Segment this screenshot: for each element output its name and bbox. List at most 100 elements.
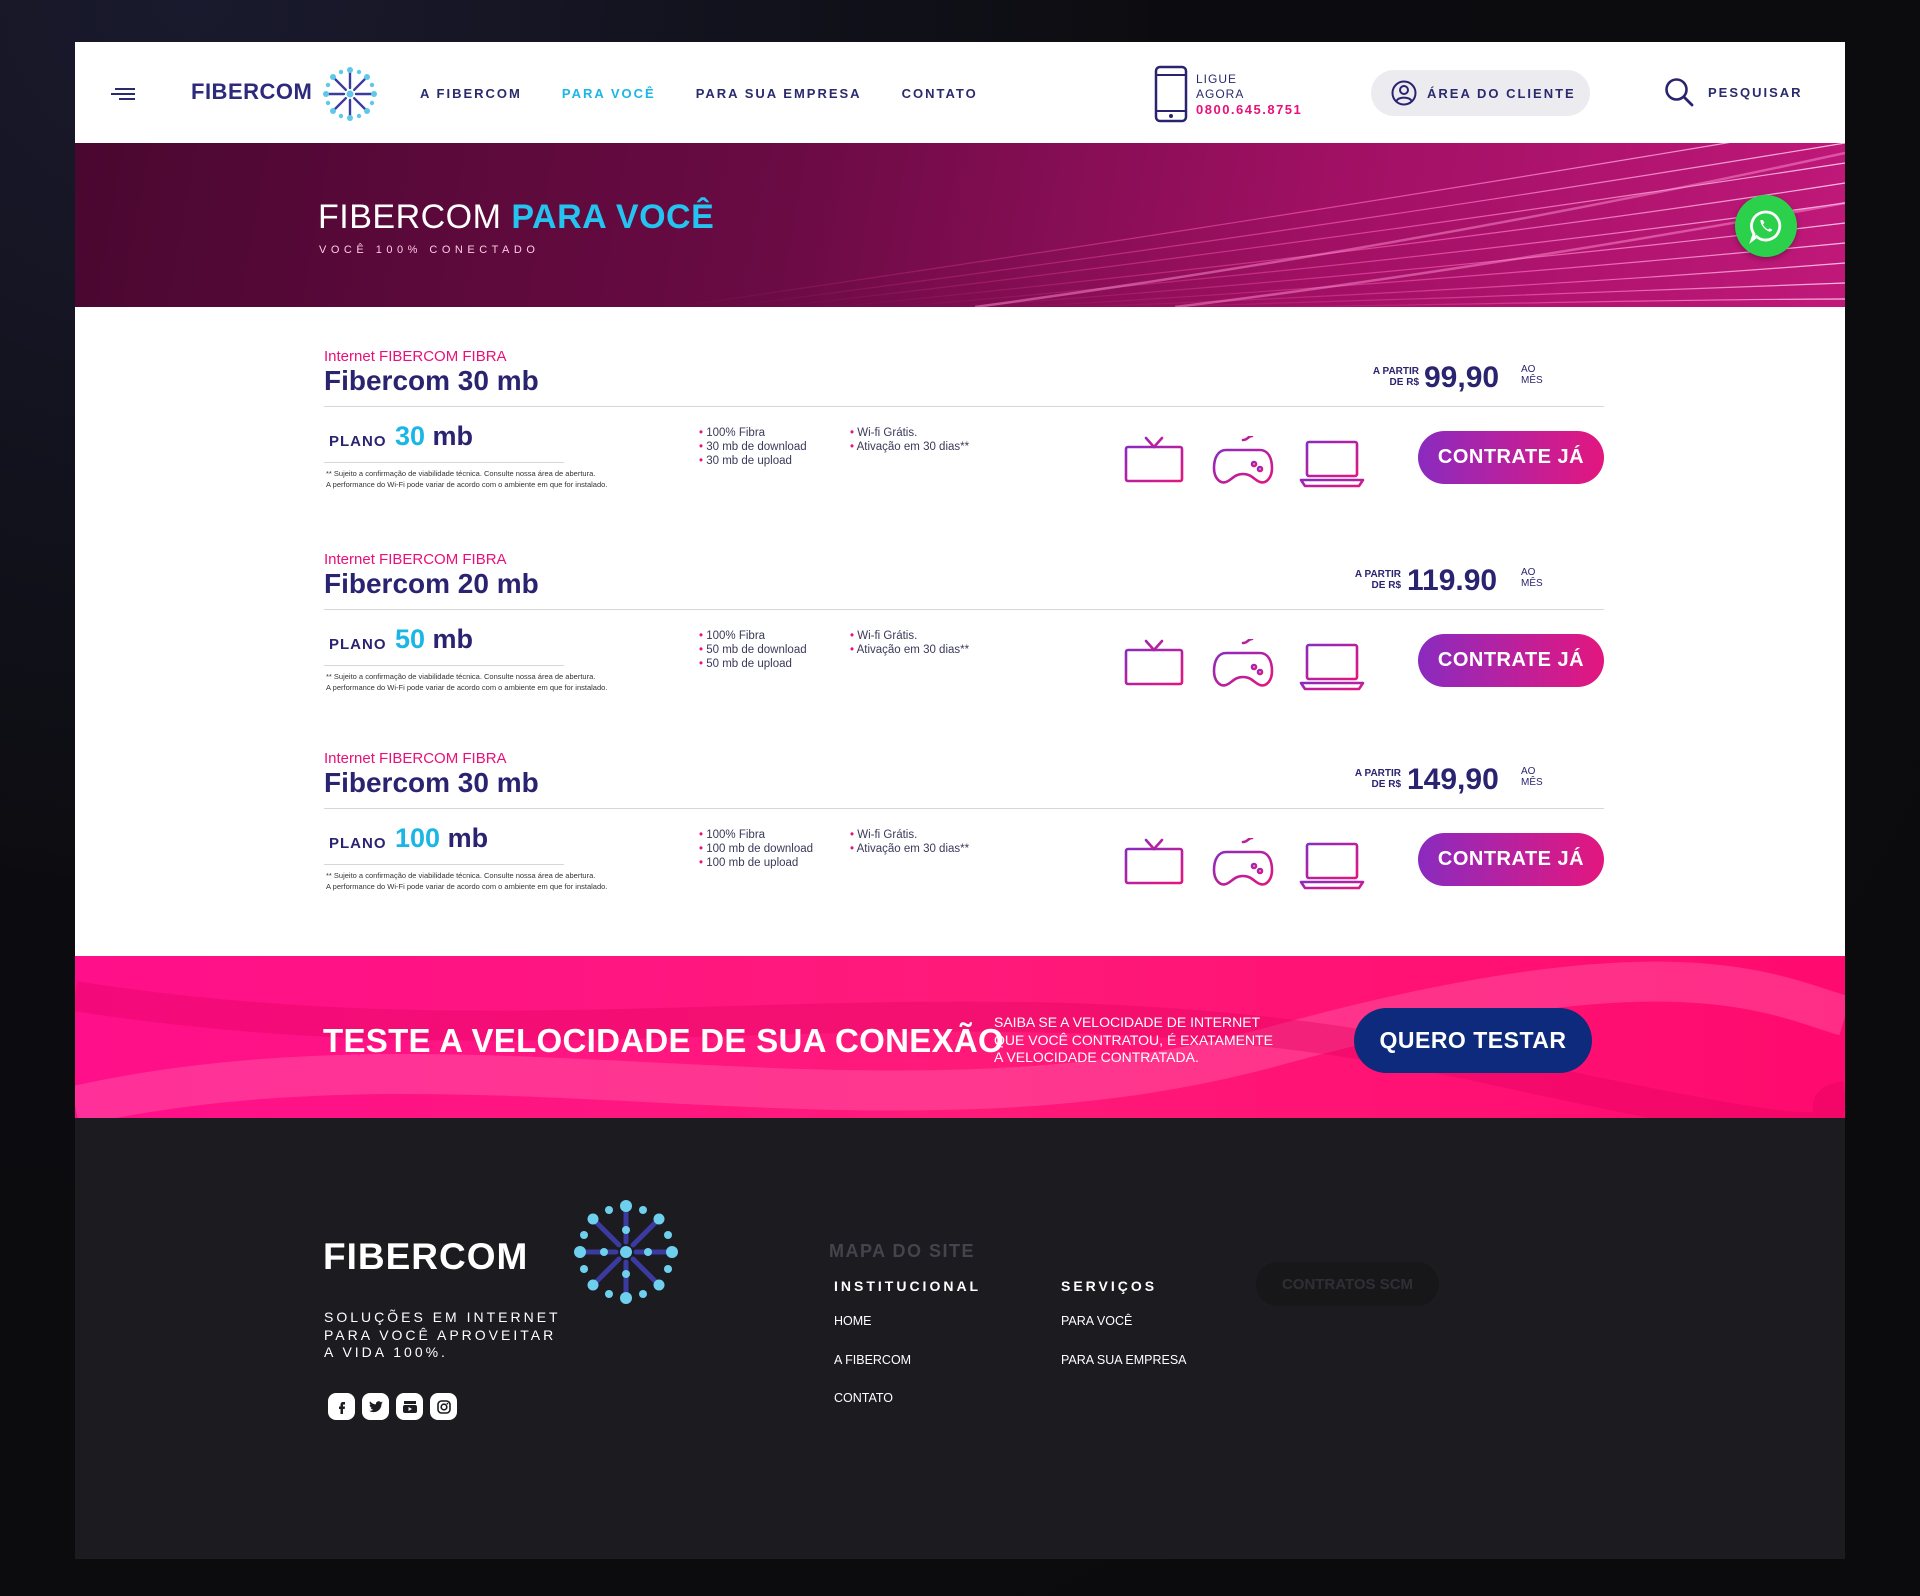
plano-divider (324, 665, 564, 666)
plan-card: Internet FIBERCOM FIBRA Fibercom 30 mb A… (324, 750, 1604, 930)
price-suffix: AO MÊS (1521, 364, 1543, 386)
price-suffix-1: AO (1521, 567, 1536, 578)
feature-item: 100 mb de upload (699, 856, 813, 870)
whatsapp-button[interactable] (1735, 195, 1797, 257)
footer-logo-text[interactable]: FIBERCOM (323, 1236, 528, 1278)
speed-test-text: SAIBA SE A VELOCIDADE DE INTERNET QUE VO… (994, 1014, 1273, 1067)
logo-mark-icon[interactable] (321, 65, 379, 123)
plano-number: 30 (395, 421, 426, 451)
plan-price: 119.90 (1407, 564, 1498, 597)
whatsapp-icon (1749, 210, 1782, 244)
speed-text-line-1: SAIBA SE A VELOCIDADE DE INTERNET (994, 1014, 1261, 1030)
menu-icon[interactable] (111, 88, 135, 102)
plano-number: 100 (395, 823, 441, 853)
plan-disclaimer: ** Sujeito a confirmação de viabilidade … (326, 671, 607, 693)
tv-icon (1124, 639, 1184, 694)
footer-link-home[interactable]: HOME (834, 1314, 872, 1328)
social-links (328, 1393, 457, 1420)
feature-item: 30 mb de upload (699, 454, 807, 468)
price-prefix: A PARTIR DE R$ (1341, 768, 1401, 790)
phone-icon (1154, 65, 1188, 123)
speed-test-banner: TESTE A VELOCIDADE DE SUA CONEXÃO SAIBA … (75, 956, 1845, 1118)
plan-divider (324, 609, 1604, 610)
nav-para-sua-empresa[interactable]: PARA SUA EMPRESA (696, 86, 862, 101)
speed-text-line-3: A VELOCIDADE CONTRATADA. (994, 1049, 1199, 1065)
price-prefix-1: A PARTIR (1372, 366, 1419, 377)
search-button[interactable]: PESQUISAR (1664, 77, 1803, 107)
feature-item: Wi-fi Grátis. (850, 629, 969, 643)
feature-item: Ativação em 30 dias** (850, 440, 970, 454)
contract-button[interactable]: CONTRATE JÁ (1418, 431, 1604, 484)
feature-item: 30 mb de download (699, 440, 806, 454)
plan-kicker: Internet FIBERCOM FIBRA (324, 750, 507, 767)
price-suffix-1: AO (1521, 364, 1536, 375)
features-list-b: Wi-fi Grátis. Ativação em 30 dias** (850, 629, 970, 657)
feature-item: 100 mb de download (699, 842, 813, 856)
plan-price: 99,90 (1424, 361, 1500, 394)
hero-title-a: FIBERCOM (318, 198, 512, 236)
gamepad-icon (1212, 639, 1274, 687)
speed-test-title: TESTE A VELOCIDADE DE SUA CONEXÃO (323, 1022, 1004, 1059)
plan-kicker: Internet FIBERCOM FIBRA (324, 348, 507, 365)
speed-test-button[interactable]: QUERO TESTAR (1354, 1008, 1592, 1073)
plano-value: 30 mb (395, 421, 473, 452)
hero-title-b: PARA VOCÊ (511, 198, 715, 236)
contracts-scm-button[interactable]: CONTRATOS SCM (1256, 1262, 1439, 1306)
client-area-button[interactable]: ÁREA DO CLIENTE (1371, 70, 1590, 116)
price-prefix-1: A PARTIR (1354, 768, 1401, 779)
footer-col-servicos-title: SERVIÇOS (1061, 1278, 1158, 1294)
features-list-a: 100% Fibra 30 mb de download 30 mb de up… (699, 426, 807, 468)
plano-value: 100 mb (395, 823, 488, 854)
nav-a-fibercom[interactable]: A FIBERCOM (420, 86, 522, 101)
logo-text[interactable]: FIBERCOM (191, 79, 312, 105)
plan-divider (324, 808, 1604, 809)
plano-value: 50 mb (395, 624, 473, 655)
plano-label: PLANO (329, 636, 387, 653)
price-prefix-2: DE R$ (1371, 580, 1401, 591)
contract-button[interactable]: CONTRATE JÁ (1418, 634, 1604, 687)
site-footer: FIBERCOM SOLUÇÕES EM INTERNET PARA VOCÊ … (75, 1118, 1845, 1559)
feature-item: Ativação em 30 dias** (850, 842, 970, 856)
price-suffix-2: MÊS (1521, 777, 1543, 788)
hero-title: FIBERCOM PARA VOCÊ (318, 198, 714, 237)
plano-unit: mb (425, 421, 474, 451)
slogan-line-1: SOLUÇÕES EM INTERNET (324, 1309, 561, 1325)
sitemap-title: MAPA DO SITE (829, 1241, 976, 1261)
plan-name: Fibercom 30 mb (324, 365, 539, 396)
phone-number[interactable]: 0800.645.8751 (1196, 102, 1302, 117)
facebook-icon[interactable] (328, 1393, 355, 1420)
disclaimer-line-1: ** Sujeito a confirmação de viabilidade … (326, 871, 596, 880)
footer-link-para-sua-empresa[interactable]: PARA SUA EMPRESA (1061, 1353, 1187, 1367)
search-icon (1665, 78, 1694, 107)
feature-item: 100% Fibra (699, 426, 807, 440)
youtube-icon[interactable] (396, 1393, 423, 1420)
footer-link-para-voce[interactable]: PARA VOCÊ (1061, 1314, 1132, 1328)
phone-contact[interactable]: LIGUE AGORA 0800.645.8751 (1196, 72, 1302, 117)
nav-para-voce[interactable]: PARA VOCÊ (562, 86, 656, 101)
twitter-icon[interactable] (362, 1393, 389, 1420)
tv-icon (1124, 436, 1184, 491)
plan-name: Fibercom 20 mb (324, 568, 539, 599)
instagram-icon[interactable] (430, 1393, 457, 1420)
laptop-icon (1299, 643, 1365, 691)
plan-card: Internet FIBERCOM FIBRA Fibercom 30 mb A… (324, 348, 1604, 528)
plan-disclaimer: ** Sujeito a confirmação de viabilidade … (326, 870, 607, 892)
footer-logo-mark-icon (574, 1200, 678, 1304)
feature-item: 50 mb de download (699, 643, 806, 657)
feature-item: Wi-fi Grátis. (850, 828, 969, 842)
nav-contato[interactable]: CONTATO (902, 86, 978, 101)
feature-item: 100% Fibra (699, 828, 813, 842)
footer-link-a-fibercom[interactable]: A FIBERCOM (834, 1353, 911, 1367)
price-suffix-1: AO (1521, 766, 1536, 777)
tv-icon (1124, 838, 1184, 893)
footer-link-contato[interactable]: CONTATO (834, 1391, 893, 1405)
user-icon (1391, 80, 1417, 106)
disclaimer-line-1: ** Sujeito a confirmação de viabilidade … (326, 469, 596, 478)
disclaimer-line-2: A performance do Wi-Fi pode variar de ac… (326, 882, 608, 891)
main-nav: A FIBERCOM PARA VOCÊ PARA SUA EMPRESA CO… (420, 86, 978, 101)
footer-col-institucional-title: INSTITUCIONAL (834, 1278, 982, 1294)
contract-button[interactable]: CONTRATE JÁ (1418, 833, 1604, 886)
phone-label-2: AGORA (1196, 87, 1245, 101)
features-list-a: 100% Fibra 50 mb de download 50 mb de up… (699, 629, 806, 671)
plan-divider (324, 406, 1604, 407)
